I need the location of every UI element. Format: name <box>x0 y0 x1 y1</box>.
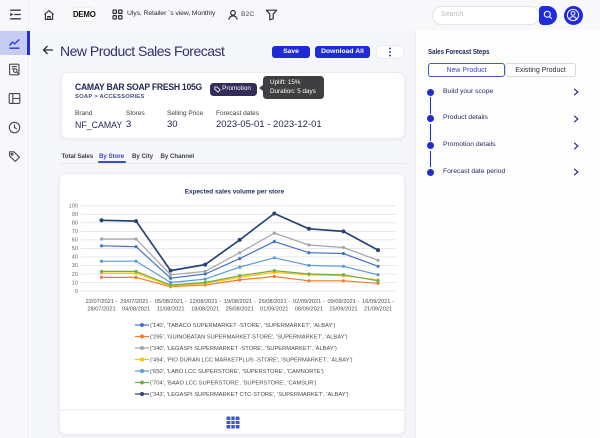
svg-text:11/08/2021: 11/08/2021 <box>157 307 185 313</box>
svg-text:20: 20 <box>72 272 78 278</box>
svg-text:16/09/2021 -: 16/09/2021 - <box>362 299 394 305</box>
svg-text:0: 0 <box>75 289 78 295</box>
svg-text:15/09/2021: 15/09/2021 <box>329 307 357 313</box>
svg-text:('295', 'GUINOBATAN SUPERMARKE: ('295', 'GUINOBATAN SUPERMARKET-STORE', … <box>150 335 348 341</box>
svg-text:19/08/2021 -: 19/08/2021 - <box>224 299 256 305</box>
svg-text:('704', 'BAAO LCC SUPERSTORE',: ('704', 'BAAO LCC SUPERSTORE', 'SUPERSTO… <box>150 381 316 387</box>
svg-text:50: 50 <box>72 246 78 252</box>
svg-text:80: 80 <box>72 221 78 227</box>
svg-text:('140', 'TABACO SUPERMARKET -S: ('140', 'TABACO SUPERMARKET -STORE', 'SU… <box>150 323 335 329</box>
svg-text:21/09/2021: 21/09/2021 <box>364 307 392 313</box>
svg-text:100: 100 <box>69 204 78 210</box>
svg-text:08/09/2021: 08/09/2021 <box>295 307 323 313</box>
svg-text:30: 30 <box>72 263 78 269</box>
svg-text:12/08/2021 -: 12/08/2021 - <box>189 299 221 305</box>
svg-text:05/08/2021 -: 05/08/2021 - <box>155 299 187 305</box>
svg-text:25/08/2021: 25/08/2021 <box>226 307 254 313</box>
svg-text:18/08/2021: 18/08/2021 <box>191 307 219 313</box>
svg-text:60: 60 <box>72 238 78 244</box>
svg-text:26/08/2021 -: 26/08/2021 - <box>258 299 290 305</box>
svg-text:40: 40 <box>72 255 78 261</box>
svg-text:90: 90 <box>72 212 78 218</box>
svg-text:('340', 'LEGASPI SUPERMARKET -: ('340', 'LEGASPI SUPERMARKET -STORE', 'S… <box>150 346 337 352</box>
svg-text:('343', 'LEGASPI SUPERMARKET C: ('343', 'LEGASPI SUPERMARKET CTC-STORE',… <box>150 392 349 398</box>
svg-text:02/09/2021 -: 02/09/2021 - <box>293 299 325 305</box>
svg-text:04/08/2021: 04/08/2021 <box>122 307 150 313</box>
svg-text:10: 10 <box>72 280 78 286</box>
svg-text:22/07/2021 -: 22/07/2021 - <box>86 299 118 305</box>
svg-text:70: 70 <box>72 229 78 235</box>
svg-text:Expected sales volume per stor: Expected sales volume per store <box>185 189 285 196</box>
svg-text:01/09/2021: 01/09/2021 <box>260 307 288 313</box>
svg-text:09/09/2021 -: 09/09/2021 - <box>328 299 360 305</box>
svg-text:29/07/2021 -: 29/07/2021 - <box>120 299 152 305</box>
svg-text:('494', 'PIO DURAN LCC MARKETP: ('494', 'PIO DURAN LCC MARKETPLUS -STORE… <box>150 358 353 364</box>
svg-text:28/07/2021: 28/07/2021 <box>87 307 115 313</box>
svg-text:('650', 'LABO LCC SUPERSTORE',: ('650', 'LABO LCC SUPERSTORE', 'SUPERSTO… <box>150 369 324 375</box>
